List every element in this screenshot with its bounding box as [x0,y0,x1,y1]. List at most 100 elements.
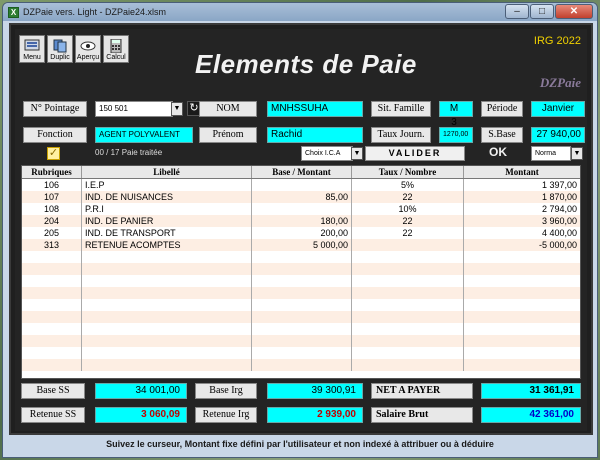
cell-code[interactable] [22,275,82,287]
cell-libelle[interactable] [82,287,252,299]
cell-taux[interactable] [352,311,464,323]
mode-select[interactable]: Norma [531,146,571,161]
table-row[interactable]: 313 RETENUE ACOMPTES 5 000,00 -5 000,00 [22,239,580,251]
empty-table-row[interactable] [22,335,580,347]
cell-code[interactable] [22,347,82,359]
cell-code[interactable]: 313 [22,239,82,251]
cell-base[interactable] [252,275,352,287]
minimize-button[interactable]: – [505,4,529,19]
sbase-field[interactable]: 27 940,00 [531,127,585,143]
table-row[interactable]: 204 IND. DE PANIER 180,00 22 3 960,00 [22,215,580,227]
cell-base[interactable]: 200,00 [252,227,352,239]
empty-table-row[interactable] [22,323,580,335]
cell-code[interactable]: 205 [22,227,82,239]
cell-libelle[interactable] [82,335,252,347]
cell-base[interactable] [252,299,352,311]
cell-taux[interactable] [352,287,464,299]
cell-code[interactable] [22,335,82,347]
cell-base[interactable] [252,287,352,299]
choix-ica-select[interactable]: Choix I.C.A [301,146,353,161]
cell-code[interactable]: 204 [22,215,82,227]
cell-base[interactable] [252,359,352,371]
cell-libelle[interactable]: I.E.P [82,179,252,191]
fonction-field[interactable]: AGENT POLYVALENT [95,127,193,143]
cell-montant[interactable] [464,347,580,359]
cell-taux[interactable] [352,263,464,275]
table-row[interactable]: 205 IND. DE TRANSPORT 200,00 22 4 400,00 [22,227,580,239]
cell-taux[interactable]: 5% [352,179,464,191]
cell-taux[interactable]: 10% [352,203,464,215]
taux-journ-field[interactable]: 1270,00 [439,127,473,143]
choix-ica-dropdown-button[interactable]: ▼ [351,147,363,160]
apercu-button[interactable]: Aperçu [75,35,101,63]
cell-base[interactable]: 85,00 [252,191,352,203]
empty-table-row[interactable] [22,359,580,371]
cell-base[interactable] [252,335,352,347]
cell-taux[interactable] [352,347,464,359]
cell-libelle[interactable] [82,263,252,275]
menu-button[interactable]: Menu [19,35,45,63]
cell-montant[interactable] [464,251,580,263]
table-row[interactable]: 108 P.R.I 10% 2 794,00 [22,203,580,215]
maximize-button[interactable]: □ [530,4,554,19]
cell-libelle[interactable]: IND. DE PANIER [82,215,252,227]
empty-table-row[interactable] [22,347,580,359]
cell-code[interactable] [22,359,82,371]
cell-taux[interactable] [352,251,464,263]
cell-base[interactable] [252,347,352,359]
cell-libelle[interactable] [82,275,252,287]
title-bar[interactable]: X DZPaie vers. Light - DZPaie24.xlsm – □… [3,3,597,21]
cell-code[interactable] [22,323,82,335]
cell-taux[interactable] [352,275,464,287]
cell-base[interactable]: 5 000,00 [252,239,352,251]
cell-libelle[interactable]: P.R.I [82,203,252,215]
periode-field[interactable]: Janvier [531,101,585,117]
sit-famille-field[interactable]: M 3 [439,101,473,128]
cell-libelle[interactable] [82,299,252,311]
cell-montant[interactable]: 1 397,00 [464,179,580,191]
cell-libelle[interactable] [82,323,252,335]
empty-table-row[interactable] [22,311,580,323]
pointage-dropdown-button[interactable]: ▼ [171,102,183,116]
cell-libelle[interactable]: RETENUE ACOMPTES [82,239,252,251]
cell-montant[interactable] [464,323,580,335]
cell-taux[interactable] [352,359,464,371]
cell-libelle[interactable]: IND. DE NUISANCES [82,191,252,203]
cell-libelle[interactable] [82,311,252,323]
empty-table-row[interactable] [22,275,580,287]
cell-montant[interactable]: -5 000,00 [464,239,580,251]
duplic-button[interactable]: Duplic [47,35,73,63]
calcul-button[interactable]: Calcul [103,35,129,63]
cell-base[interactable] [252,263,352,275]
cell-base[interactable]: 180,00 [252,215,352,227]
cell-libelle[interactable] [82,347,252,359]
mode-dropdown-button[interactable]: ▼ [571,147,583,160]
cell-montant[interactable] [464,275,580,287]
cell-taux[interactable]: 22 [352,215,464,227]
cell-montant[interactable]: 3 960,00 [464,215,580,227]
cell-code[interactable] [22,287,82,299]
cell-taux[interactable] [352,299,464,311]
cell-libelle[interactable] [82,359,252,371]
cell-taux[interactable]: 22 [352,191,464,203]
cell-montant[interactable] [464,263,580,275]
cell-montant[interactable] [464,359,580,371]
cell-base[interactable] [252,203,352,215]
cell-code[interactable]: 106 [22,179,82,191]
cell-base[interactable] [252,323,352,335]
cell-code[interactable]: 108 [22,203,82,215]
cell-base[interactable] [252,179,352,191]
valider-button[interactable]: VALIDER [365,146,465,161]
cell-montant[interactable] [464,299,580,311]
cell-libelle[interactable]: IND. DE TRANSPORT [82,227,252,239]
cell-montant[interactable]: 2 794,00 [464,203,580,215]
cell-taux[interactable] [352,323,464,335]
cell-libelle[interactable] [82,251,252,263]
cell-code[interactable] [22,251,82,263]
pointage-select[interactable]: 150 501 [95,101,173,117]
cell-montant[interactable]: 1 870,00 [464,191,580,203]
cell-base[interactable] [252,251,352,263]
cell-code[interactable] [22,311,82,323]
table-row[interactable]: 106 I.E.P 5% 1 397,00 [22,179,580,191]
table-row[interactable]: 107 IND. DE NUISANCES 85,00 22 1 870,00 [22,191,580,203]
